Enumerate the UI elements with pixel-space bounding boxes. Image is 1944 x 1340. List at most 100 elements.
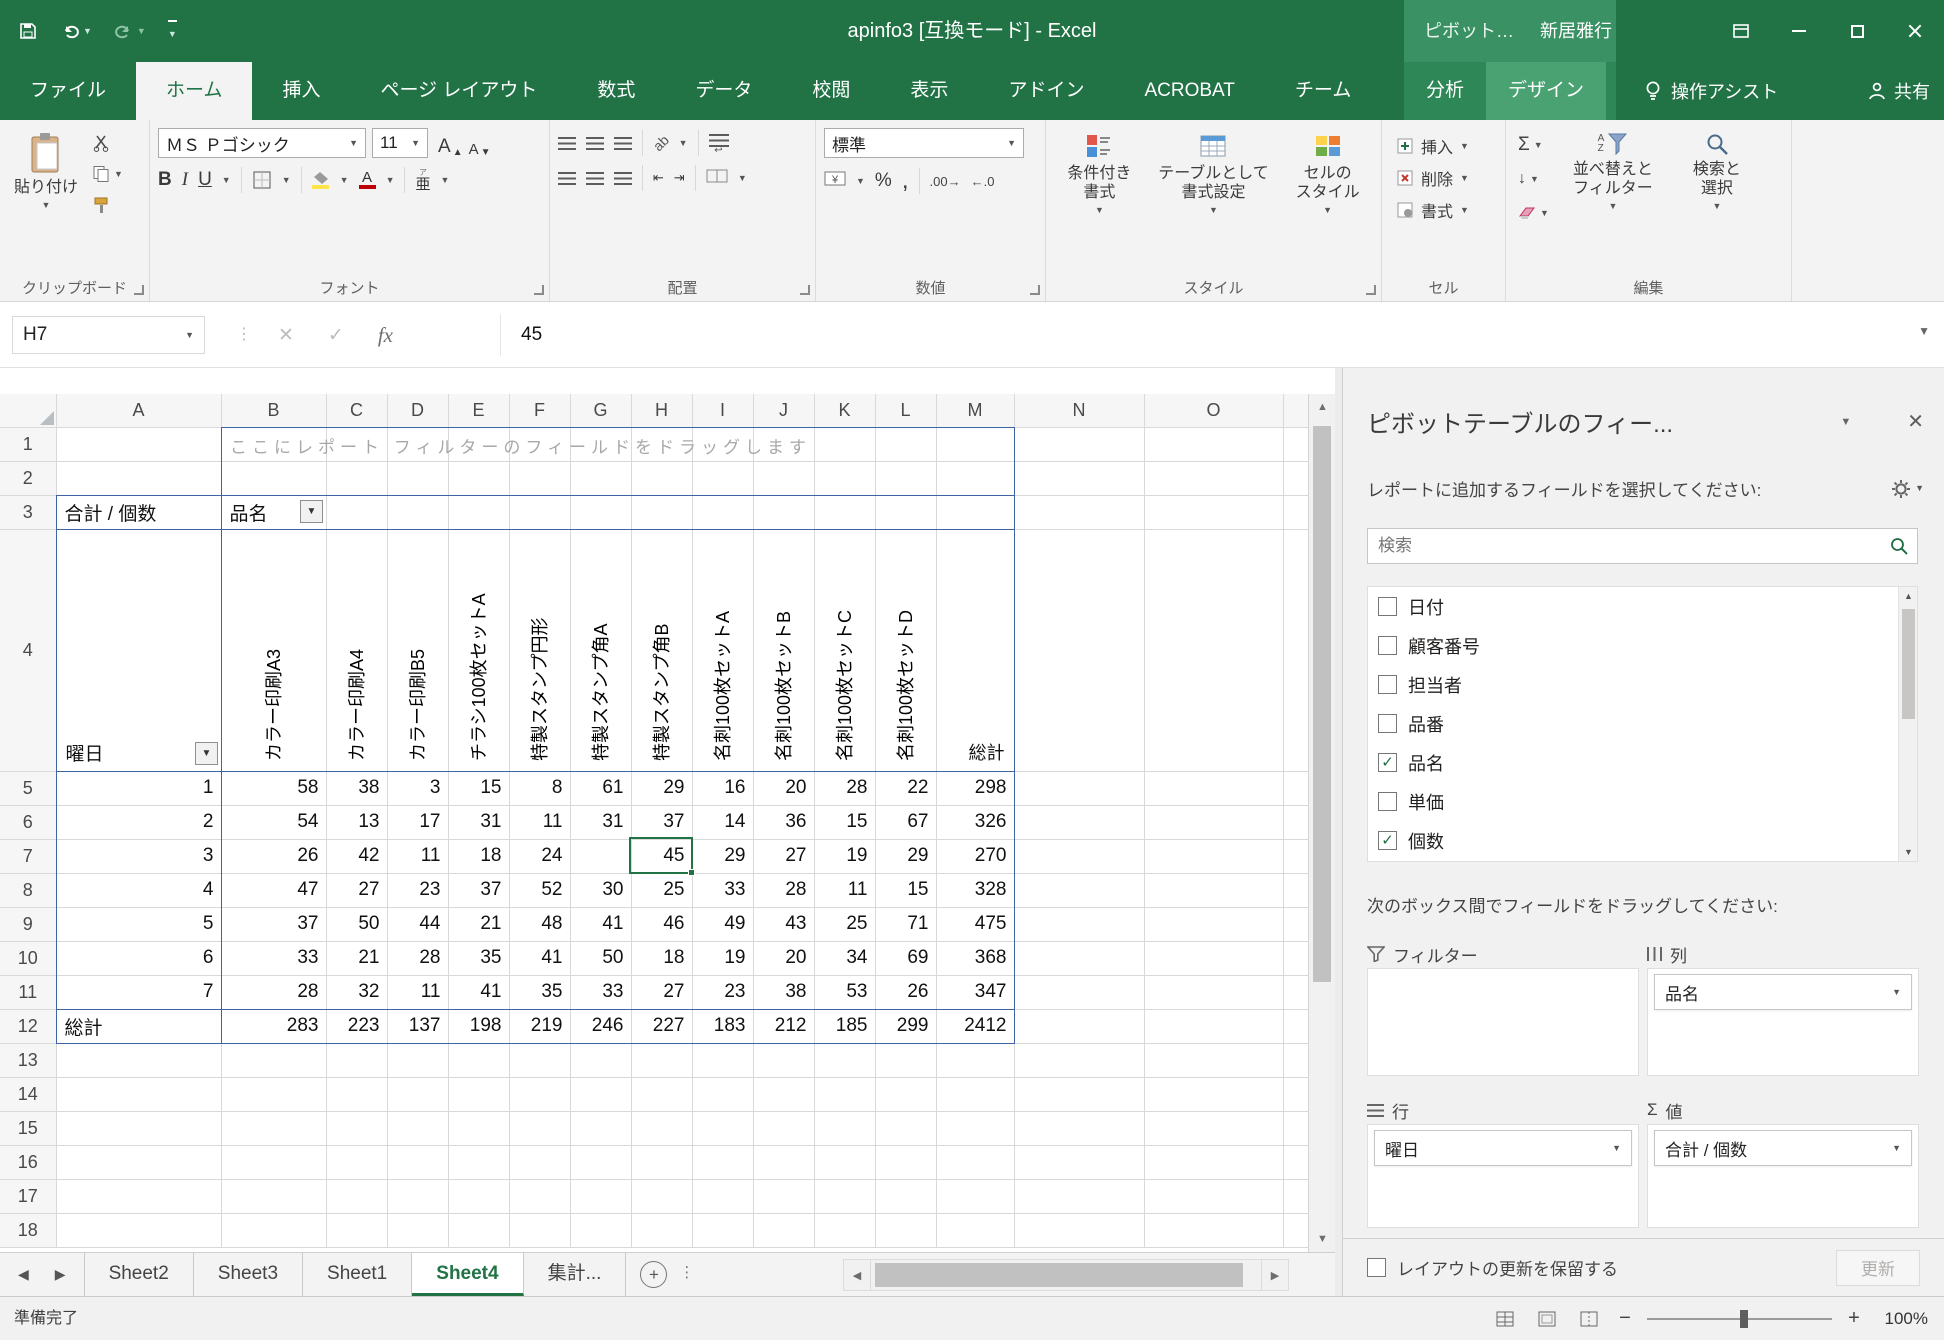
ribbon-tab-team[interactable]: チーム: [1265, 62, 1381, 120]
cell-O18[interactable]: [1144, 1213, 1283, 1247]
cell-J6[interactable]: 36: [753, 805, 814, 839]
cell-O10[interactable]: [1144, 941, 1283, 975]
page-break-view-button[interactable]: [1575, 1305, 1603, 1333]
cell-I8[interactable]: 33: [692, 873, 753, 907]
cell-F18[interactable]: [509, 1213, 570, 1247]
normal-view-button[interactable]: [1491, 1305, 1519, 1333]
cell-D15[interactable]: [387, 1111, 448, 1145]
cell-A8[interactable]: 4: [56, 873, 221, 907]
cell-L8[interactable]: 15: [875, 873, 936, 907]
cell-C16[interactable]: [326, 1145, 387, 1179]
field-list-scroll-up[interactable]: ▲: [1899, 587, 1918, 605]
cell-D5[interactable]: 3: [387, 771, 448, 805]
paste-button[interactable]: 貼り付け ▼: [8, 128, 84, 269]
field-list-scroll-down[interactable]: ▼: [1899, 843, 1918, 861]
cell-M5[interactable]: 298: [936, 771, 1014, 805]
cell-J12[interactable]: 212: [753, 1009, 814, 1043]
cell-C15[interactable]: [326, 1111, 387, 1145]
bold-button[interactable]: B: [158, 169, 172, 191]
cell-E15[interactable]: [448, 1111, 509, 1145]
cell-K9[interactable]: 25: [814, 907, 875, 941]
cell-I9[interactable]: 49: [692, 907, 753, 941]
cell-L5[interactable]: 22: [875, 771, 936, 805]
sheet-nav-prev-button[interactable]: ◀: [18, 1266, 29, 1283]
cell-F7[interactable]: 24: [509, 839, 570, 873]
cell-H6[interactable]: 37: [631, 805, 692, 839]
cell-E3[interactable]: [448, 495, 509, 529]
cell-D3[interactable]: [387, 495, 448, 529]
cell-L6[interactable]: 67: [875, 805, 936, 839]
cell-C7[interactable]: 42: [326, 839, 387, 873]
cell-I5[interactable]: 16: [692, 771, 753, 805]
cell-L13[interactable]: [875, 1043, 936, 1077]
column-header-F[interactable]: F: [509, 394, 570, 427]
cell-J9[interactable]: 43: [753, 907, 814, 941]
cell-E16[interactable]: [448, 1145, 509, 1179]
column-header-I[interactable]: I: [692, 394, 753, 427]
orientation-button[interactable]: ab: [650, 132, 672, 154]
cell-H9[interactable]: 46: [631, 907, 692, 941]
copy-button[interactable]: ▼: [88, 161, 127, 187]
cell-C8[interactable]: 27: [326, 873, 387, 907]
cell-B9[interactable]: 37: [221, 907, 326, 941]
row-header-3[interactable]: 3: [0, 495, 56, 529]
cell-C4[interactable]: カラー印刷A4: [326, 529, 387, 771]
number-format-combo[interactable]: 標準▼: [824, 128, 1024, 158]
cell-F6[interactable]: 11: [509, 805, 570, 839]
increase-decimal-button[interactable]: .00→: [930, 174, 961, 189]
cell-K5[interactable]: 28: [814, 771, 875, 805]
field-item-1[interactable]: 日付: [1368, 587, 1898, 626]
cell-O4[interactable]: [1144, 529, 1283, 771]
cell-N14[interactable]: [1014, 1077, 1144, 1111]
cell-M12[interactable]: 2412: [936, 1009, 1014, 1043]
cell-L2[interactable]: [875, 461, 936, 495]
cell-L16[interactable]: [875, 1145, 936, 1179]
cell-N4[interactable]: [1014, 529, 1144, 771]
cell-H18[interactable]: [631, 1213, 692, 1247]
cell-H1[interactable]: [631, 427, 692, 461]
column-header-E[interactable]: E: [448, 394, 509, 427]
borders-button[interactable]: [252, 170, 272, 190]
ribbon-tab-acrobat[interactable]: ACROBAT: [1114, 62, 1264, 120]
number-dialog-launcher[interactable]: [1030, 285, 1040, 295]
cell-L18[interactable]: [875, 1213, 936, 1247]
cell-K4[interactable]: 名刺100枚セットC: [814, 529, 875, 771]
cell-C14[interactable]: [326, 1077, 387, 1111]
cell-O12[interactable]: [1144, 1009, 1283, 1043]
cell-N9[interactable]: [1014, 907, 1144, 941]
cell-E18[interactable]: [448, 1213, 509, 1247]
horizontal-scroll-thumb[interactable]: [875, 1263, 1243, 1287]
cell-F9[interactable]: 48: [509, 907, 570, 941]
cell-M10[interactable]: 368: [936, 941, 1014, 975]
cell-D4[interactable]: カラー印刷B5: [387, 529, 448, 771]
cell-K11[interactable]: 53: [814, 975, 875, 1009]
cell-A2[interactable]: [56, 461, 221, 495]
cell-H13[interactable]: [631, 1043, 692, 1077]
field-checkbox-7[interactable]: ✓: [1378, 831, 1397, 850]
cell-F11[interactable]: 35: [509, 975, 570, 1009]
vertical-scroll-thumb[interactable]: [1313, 426, 1331, 982]
cell-I7[interactable]: 29: [692, 839, 753, 873]
cell-D8[interactable]: 23: [387, 873, 448, 907]
cell-L10[interactable]: 69: [875, 941, 936, 975]
cell-I18[interactable]: [692, 1213, 753, 1247]
cell-F13[interactable]: [509, 1043, 570, 1077]
cell-A11[interactable]: 7: [56, 975, 221, 1009]
find-select-button[interactable]: 検索と 選択▼: [1673, 128, 1761, 269]
row-header-11[interactable]: 11: [0, 975, 56, 1009]
cell-A14[interactable]: [56, 1077, 221, 1111]
cell-F2[interactable]: [509, 461, 570, 495]
cell-N11[interactable]: [1014, 975, 1144, 1009]
cell-I11[interactable]: 23: [692, 975, 753, 1009]
cell-B1[interactable]: [221, 427, 326, 461]
cell-M6[interactable]: 326: [936, 805, 1014, 839]
vertical-scrollbar[interactable]: ▲ ▼: [1308, 394, 1335, 1252]
cell-I6[interactable]: 14: [692, 805, 753, 839]
cell-F4[interactable]: 特製スタンプ円形: [509, 529, 570, 771]
accounting-format-button[interactable]: ¥: [824, 171, 846, 191]
cell-G11[interactable]: 33: [570, 975, 631, 1009]
ribbon-display-options-button[interactable]: [1712, 0, 1770, 62]
cell-G2[interactable]: [570, 461, 631, 495]
cell-D11[interactable]: 11: [387, 975, 448, 1009]
cell-O17[interactable]: [1144, 1179, 1283, 1213]
